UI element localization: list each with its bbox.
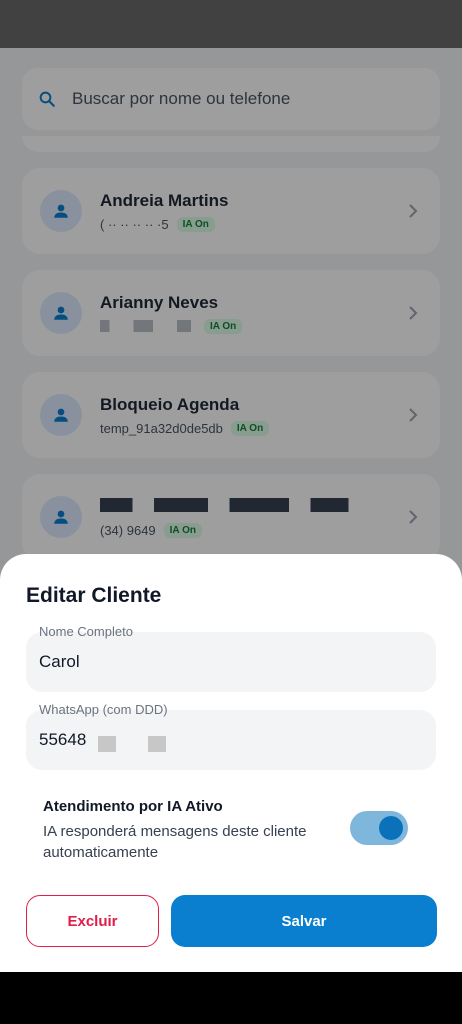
whatsapp-field-label: WhatsApp (com DDD) bbox=[39, 702, 168, 717]
redacted-digits bbox=[148, 736, 166, 752]
ia-toggle[interactable] bbox=[350, 811, 408, 845]
edit-client-sheet: Editar Cliente Nome Completo WhatsApp (c… bbox=[0, 554, 462, 972]
name-input[interactable] bbox=[39, 652, 419, 672]
save-button[interactable]: Salvar bbox=[171, 895, 437, 947]
name-field[interactable]: Nome Completo bbox=[26, 624, 436, 692]
whatsapp-input[interactable] bbox=[39, 730, 419, 750]
whatsapp-field[interactable]: WhatsApp (com DDD) bbox=[26, 702, 436, 770]
toggle-knob bbox=[379, 816, 403, 840]
name-field-label: Nome Completo bbox=[39, 624, 133, 639]
ia-setting-description: IA responderá mensagens deste cliente au… bbox=[43, 823, 307, 861]
redacted-digits bbox=[98, 736, 116, 752]
delete-button[interactable]: Excluir bbox=[26, 895, 159, 947]
sheet-title: Editar Cliente bbox=[26, 584, 162, 607]
client-list-screen: Andreia Martins ( ·· ·· ·· ·· ·5 IA On A… bbox=[0, 0, 462, 972]
